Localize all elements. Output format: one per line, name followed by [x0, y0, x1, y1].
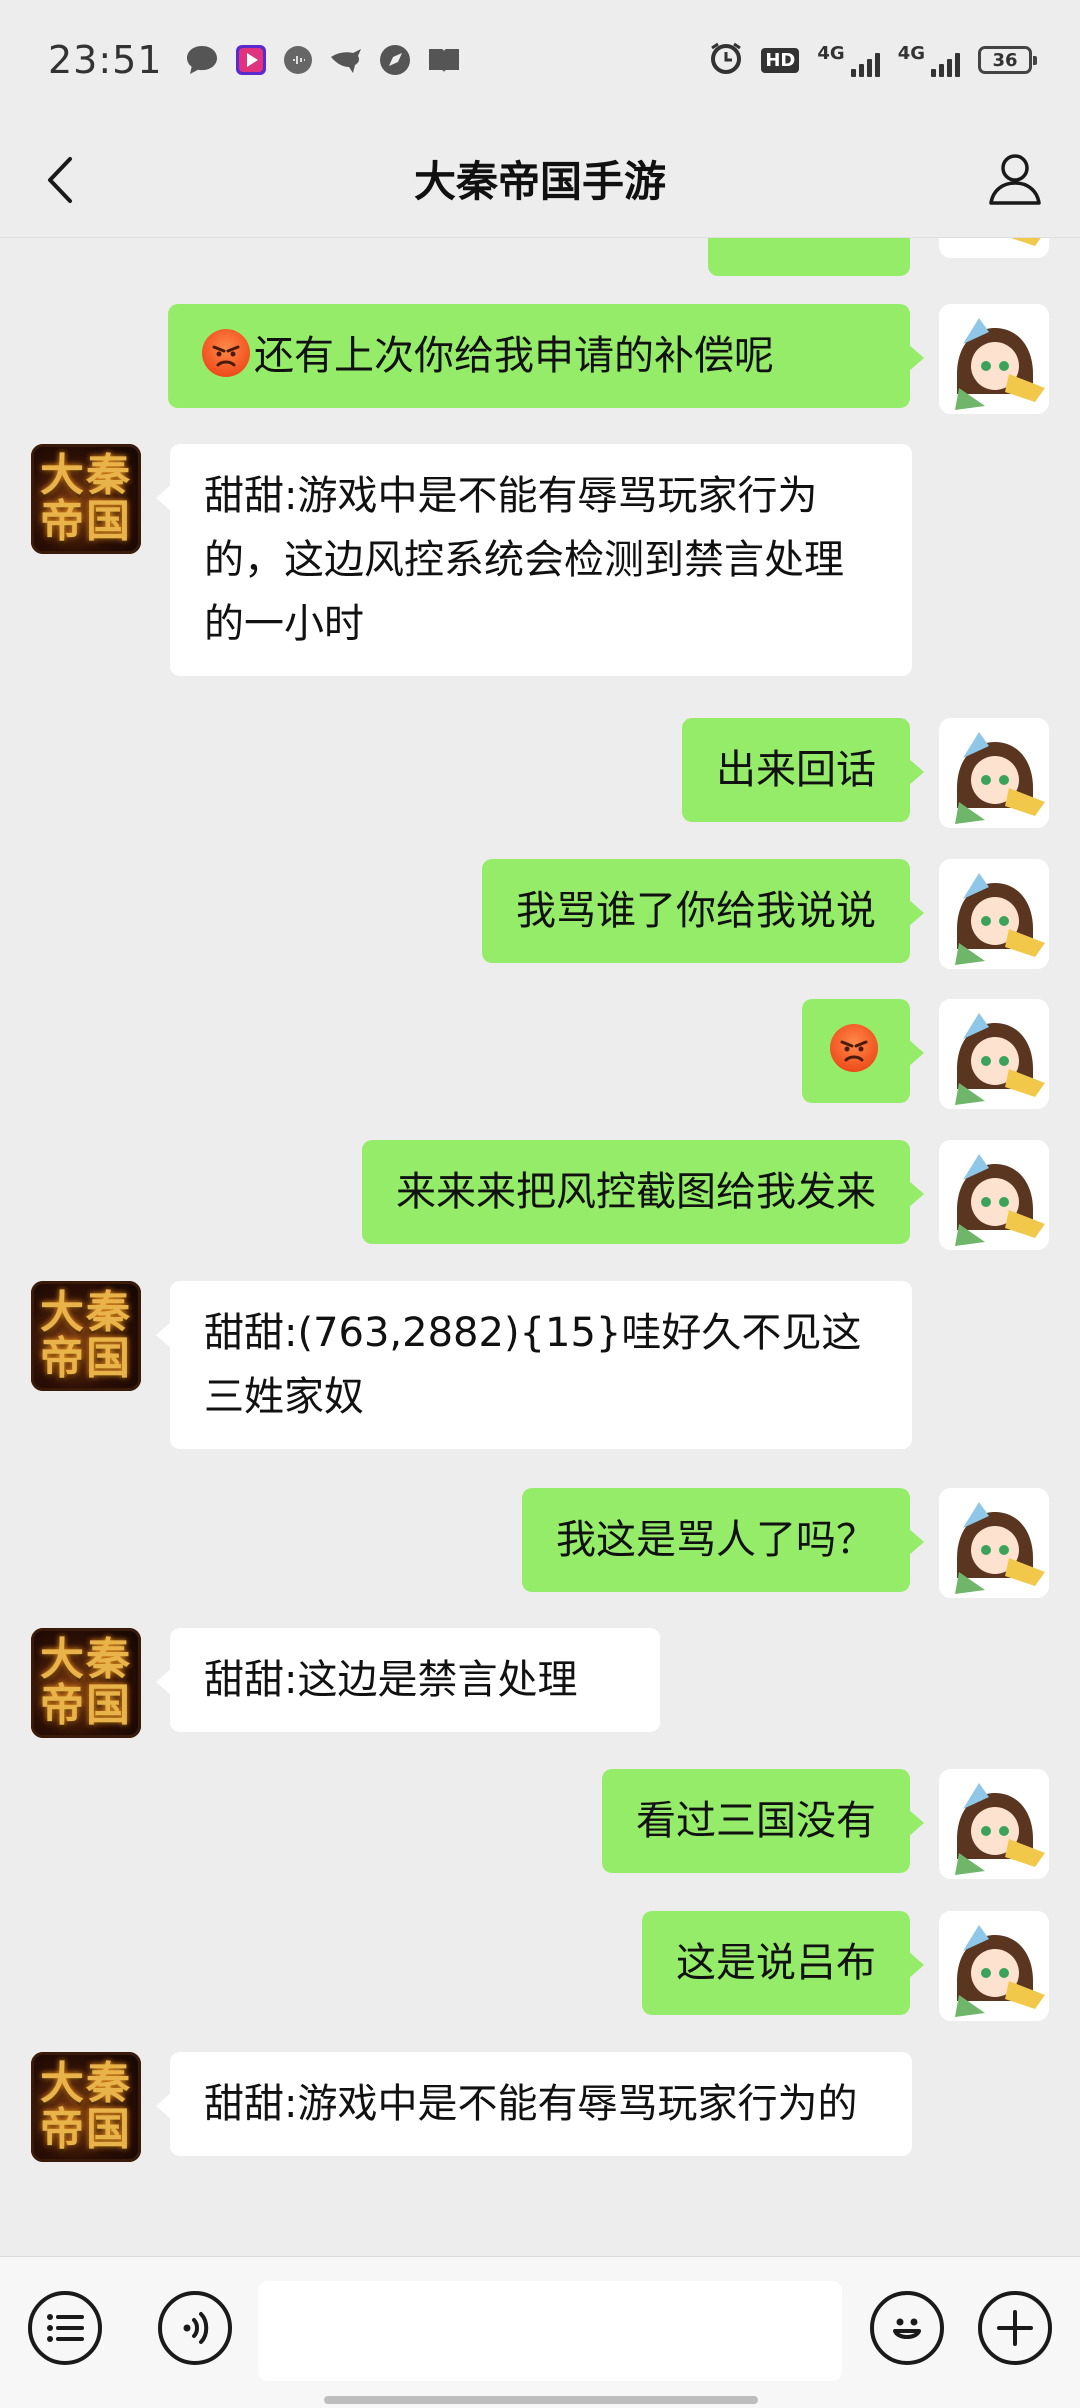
voice-button[interactable]: [158, 2291, 232, 2365]
message-bubble[interactable]: 来来来把风控截图给我发来: [362, 1140, 924, 1244]
video-app-icon: [235, 44, 267, 76]
message-bubble[interactable]: [802, 999, 924, 1103]
bot-avatar[interactable]: 大秦 帝国: [31, 1281, 141, 1391]
bird-app-icon: [329, 45, 363, 75]
home-indicator[interactable]: [324, 2396, 758, 2404]
user-avatar[interactable]: [939, 718, 1049, 828]
alarm-icon: [709, 41, 743, 79]
message-bubble[interactable]: 甜甜:游戏中是不能有辱骂玩家行为的: [156, 2052, 912, 2156]
user-avatar[interactable]: [939, 238, 1049, 258]
bot-avatar[interactable]: 大秦 帝国: [31, 2052, 141, 2162]
bot-logo-text: 大秦 帝国: [40, 2058, 132, 2155]
person-icon: [989, 154, 1041, 205]
status-bar: 23:51 HD 4G 4G 36: [0, 0, 1080, 120]
message-bubble[interactable]: 甜甜:这边是禁言处理: [156, 1628, 660, 1732]
menu-button[interactable]: [28, 2291, 102, 2365]
message-input[interactable]: [258, 2281, 842, 2381]
message-bubble[interactable]: 我这是骂人了吗？: [522, 1488, 924, 1592]
book-app-icon: [427, 45, 461, 75]
angry-emoji-icon: [202, 329, 250, 377]
chevron-left-icon: [48, 157, 72, 203]
status-right: HD 4G 4G 36: [709, 41, 1037, 79]
profile-button[interactable]: [980, 144, 1050, 214]
message-bubble[interactable]: 出来回话: [682, 718, 924, 822]
input-bar: [0, 2256, 1080, 2408]
message-bubble[interactable]: 还有上次你给我申请的补偿呢: [168, 304, 924, 408]
chat-title: 大秦帝国手游: [413, 157, 666, 206]
user-avatar[interactable]: [939, 999, 1049, 1109]
user-avatar[interactable]: [939, 1140, 1049, 1250]
chat-area[interactable]: 还有上次你给我申请的补偿呢 大秦 帝国 甜甜:游戏中是不能有辱骂玩家行为的，这边风…: [0, 238, 1080, 2256]
signal-2-icon: 4G: [898, 43, 960, 77]
nav-bar: 大秦帝国手游: [0, 120, 1080, 238]
voice-icon: [183, 2312, 209, 2344]
bot-logo-text: 大秦 帝国: [40, 1287, 132, 1384]
plus-icon: [997, 2310, 1033, 2346]
user-avatar[interactable]: [939, 1911, 1049, 2021]
status-time: 23:51: [48, 38, 163, 82]
user-avatar[interactable]: [939, 1488, 1049, 1598]
emoji-button[interactable]: [870, 2291, 944, 2365]
message-bubble[interactable]: 这是说吕布: [642, 1911, 924, 2015]
battery-icon: 36: [978, 46, 1037, 74]
user-avatar[interactable]: [939, 304, 1049, 414]
bot-logo-text: 大秦 帝国: [40, 1634, 132, 1731]
plus-button[interactable]: [978, 2291, 1052, 2365]
bot-avatar[interactable]: 大秦 帝国: [31, 444, 141, 554]
user-avatar[interactable]: [939, 859, 1049, 969]
signal-1-icon: 4G: [817, 43, 880, 77]
smiley-icon: [893, 2318, 921, 2339]
message-bubble[interactable]: 我骂谁了你给我说说: [482, 859, 924, 963]
message-bubble[interactable]: [708, 238, 910, 276]
message-bubble[interactable]: 甜甜:游戏中是不能有辱骂玩家行为的，这边风控系统会检测到禁言处理的一小时: [156, 444, 912, 676]
back-button[interactable]: [30, 150, 90, 210]
bot-logo-text: 大秦 帝国: [40, 450, 132, 547]
message-bubble[interactable]: 甜甜:(763,2882){15}哇好久不见这三姓家奴: [156, 1281, 912, 1449]
compass-app-icon: [379, 44, 411, 76]
user-avatar[interactable]: [939, 1769, 1049, 1879]
angry-emoji-icon: [830, 1024, 878, 1072]
notification-icons: [185, 44, 461, 76]
list-menu-icon: [47, 2314, 84, 2342]
hd-icon: HD: [761, 47, 800, 73]
message-bubble-icon: [185, 44, 219, 76]
message-bubble[interactable]: 看过三国没有: [602, 1769, 924, 1873]
circle-app-icon: [283, 45, 313, 75]
bot-avatar[interactable]: 大秦 帝国: [31, 1628, 141, 1738]
